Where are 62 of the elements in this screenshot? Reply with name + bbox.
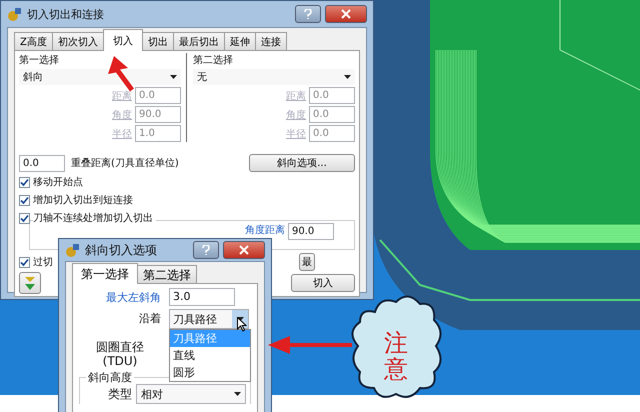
group-title: 斜向高度 (86, 370, 134, 385)
help-icon (202, 245, 210, 255)
field-label: 圆圈直径 (96, 340, 144, 354)
field-label: 重叠距离(刀具直径单位) (71, 156, 179, 170)
close-icon (239, 245, 249, 255)
field-label: 半径 (112, 128, 132, 140)
toolbar-button[interactable] (19, 272, 41, 294)
input-field[interactable]: 90.0 (288, 223, 334, 240)
dropdown[interactable]: 相对 (136, 384, 246, 404)
field-label: 沿着 (138, 311, 161, 326)
dropdown[interactable]: 斜向 (19, 69, 181, 85)
app-icon (65, 242, 81, 258)
checkbox[interactable] (19, 212, 30, 224)
checkbox[interactable] (19, 194, 30, 206)
section-label: 第一选择 (19, 54, 60, 67)
tab[interactable]: 切出 (142, 32, 174, 50)
checkbox[interactable] (19, 176, 30, 188)
field-label: 距离 (112, 90, 132, 102)
window-title: 斜向切入选项 (85, 242, 157, 258)
field-label: 半径 (286, 128, 306, 140)
input-field[interactable]: 3.0 (169, 288, 235, 306)
tab[interactable]: 连接 (254, 32, 287, 50)
checkbox-label: 增加切入切出到短连接 (33, 193, 136, 207)
app-icon (7, 6, 23, 22)
help-button[interactable] (193, 241, 219, 259)
close-button[interactable] (223, 241, 265, 259)
caret-icon (234, 392, 241, 396)
caret-icon (344, 75, 351, 79)
input-field[interactable]: 0.0 (19, 154, 65, 172)
apply-button[interactable]: 切入 (291, 274, 355, 292)
arrows-icon (23, 275, 37, 291)
ramp-options-button[interactable]: 斜向选项... (249, 154, 355, 172)
tab[interactable]: 第二选择 (137, 265, 197, 283)
field-label: 角度 (286, 108, 306, 122)
tab[interactable]: 第一选择 (72, 263, 138, 284)
dropdown-option[interactable]: 直线 (170, 347, 250, 364)
checkbox[interactable] (19, 256, 30, 268)
tab[interactable]: 初次切入 (52, 32, 104, 50)
section-label: 第二选择 (193, 54, 234, 67)
window-title: 切入切出和连接 (27, 6, 104, 22)
tab[interactable]: 最后切出 (172, 32, 225, 50)
tab[interactable]: 延伸 (224, 32, 256, 50)
field-label: 类型 (108, 386, 132, 402)
dropdown[interactable]: 刀具路径 (169, 309, 249, 329)
field-label: 角度距离 (245, 224, 285, 237)
checkbox-label: 刀轴不连续处增加切入切出 (33, 211, 156, 225)
caret-icon (170, 75, 177, 79)
close-icon (341, 9, 351, 19)
tab[interactable]: 切入 (102, 29, 143, 51)
arrow (108, 56, 134, 92)
dropdown[interactable]: 无 (193, 69, 355, 85)
field-label: 最大左斜角 (105, 290, 161, 305)
tab[interactable]: Z高度 (14, 32, 53, 50)
close-button[interactable] (325, 5, 367, 23)
field-label: 角度 (112, 108, 132, 122)
field-label: 距离 (286, 90, 306, 102)
help-button[interactable] (295, 5, 321, 23)
tab[interactable]: 最 (299, 253, 315, 271)
dropdown-option[interactable]: 圆形 (170, 364, 250, 381)
unit-label: (TDU) (102, 354, 138, 368)
help-icon (304, 9, 312, 19)
callout-text: 注意 (384, 330, 408, 383)
